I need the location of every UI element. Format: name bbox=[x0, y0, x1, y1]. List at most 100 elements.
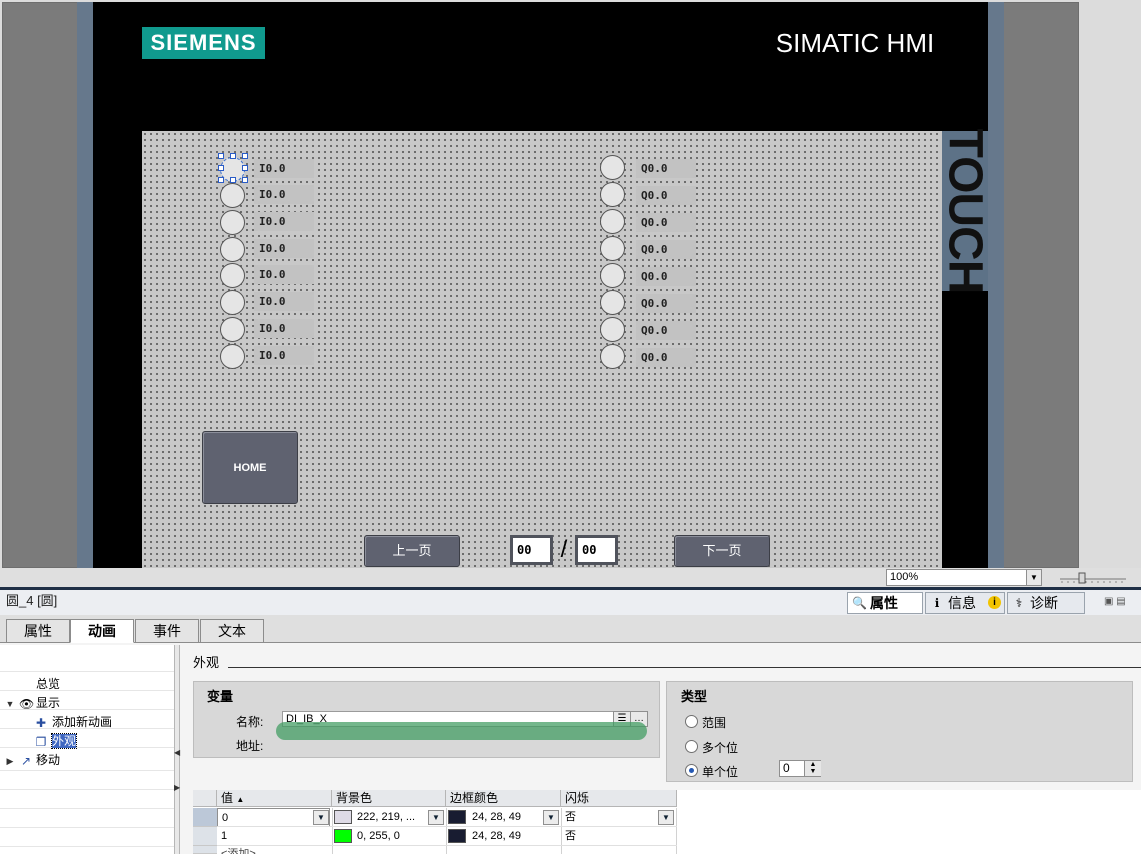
output-indicator-circle[interactable] bbox=[600, 263, 625, 288]
collapse-arrow-icon[interactable]: ▶ bbox=[5, 756, 15, 766]
input-address-label[interactable]: I0.0 bbox=[254, 319, 314, 338]
output-indicator-circle[interactable] bbox=[600, 182, 625, 207]
chevron-down-icon[interactable]: ▼ bbox=[658, 810, 674, 825]
selection-handle[interactable] bbox=[242, 165, 248, 171]
next-page-button[interactable]: 下一页 bbox=[674, 535, 770, 567]
subtab-properties[interactable]: 属性 bbox=[6, 619, 70, 643]
input-address-label[interactable]: I0.0 bbox=[254, 292, 314, 311]
input-indicator-circle[interactable] bbox=[220, 317, 245, 342]
input-indicator-circle[interactable] bbox=[220, 263, 245, 288]
output-address-label[interactable]: Q0.0 bbox=[636, 321, 696, 340]
input-address-label[interactable]: I0.0 bbox=[254, 159, 314, 178]
tree-item-overview[interactable]: 总览 bbox=[36, 675, 60, 694]
input-indicator-circle[interactable] bbox=[220, 237, 245, 262]
column-header-value-label: 值 bbox=[221, 791, 234, 805]
tree-item-movement[interactable]: 移动 bbox=[36, 751, 60, 770]
selection-handle[interactable] bbox=[242, 177, 248, 183]
row0-border-value[interactable]: 24, 28, 49 bbox=[468, 808, 543, 827]
input-indicator-circle[interactable] bbox=[220, 210, 245, 235]
splitter-right-icon[interactable]: ▶ bbox=[174, 783, 180, 793]
input-address-label[interactable]: I0.0 bbox=[254, 185, 314, 204]
output-address-label[interactable]: Q0.0 bbox=[636, 294, 696, 313]
add-row[interactable]: <添加> bbox=[217, 846, 330, 854]
selection-handle[interactable] bbox=[218, 153, 224, 159]
output-indicator-circle[interactable] bbox=[600, 209, 625, 234]
table-row-header[interactable] bbox=[193, 846, 217, 854]
row1-bg-value[interactable]: 0, 255, 0 bbox=[353, 827, 443, 846]
chevron-down-icon[interactable]: ▼ bbox=[543, 810, 559, 825]
tree-item-appearance[interactable]: 外观 bbox=[50, 732, 78, 751]
subtab-texts[interactable]: 文本 bbox=[200, 619, 264, 643]
output-indicator-circle[interactable] bbox=[600, 344, 625, 369]
row0-bg-value[interactable]: 222, 219, ... bbox=[353, 808, 428, 827]
output-indicator-circle[interactable] bbox=[600, 155, 625, 180]
input-address-label[interactable]: I0.0 bbox=[254, 212, 314, 231]
radio-range[interactable] bbox=[685, 715, 698, 728]
tree-item-add-animation[interactable]: 添加新动画 bbox=[52, 713, 112, 732]
row1-blink-value[interactable]: 否 bbox=[561, 827, 651, 846]
chevron-down-icon[interactable]: ▼ bbox=[428, 810, 444, 825]
current-page-field[interactable]: 00 bbox=[510, 535, 553, 565]
tab-diagnostics[interactable]: ⚕ 诊断 bbox=[1007, 592, 1085, 614]
zoom-select[interactable]: 100% ▼ bbox=[886, 569, 1042, 586]
tab-diagnostics-label: 诊断 bbox=[1030, 595, 1058, 611]
output-address-label[interactable]: Q0.0 bbox=[636, 267, 696, 286]
radio-single-bit[interactable] bbox=[685, 764, 698, 777]
selection-handle[interactable] bbox=[218, 165, 224, 171]
row1-border-swatch[interactable] bbox=[448, 829, 466, 843]
table-row-header[interactable] bbox=[193, 827, 217, 846]
prev-page-button[interactable]: 上一页 bbox=[364, 535, 460, 567]
radio-multiple-bits[interactable] bbox=[685, 740, 698, 753]
chevron-down-icon[interactable]: ▼ bbox=[313, 810, 329, 825]
home-button[interactable]: HOME bbox=[202, 431, 298, 504]
output-indicator-circle[interactable] bbox=[600, 290, 625, 315]
expand-arrow-icon[interactable]: ▼ bbox=[5, 699, 15, 709]
row1-border-value[interactable]: 24, 28, 49 bbox=[468, 827, 558, 846]
table-row-header[interactable] bbox=[193, 808, 217, 827]
selection-handle[interactable] bbox=[218, 177, 224, 183]
input-indicator-circle[interactable] bbox=[220, 183, 245, 208]
column-header-border[interactable]: 边框颜色 bbox=[446, 790, 561, 807]
row1-bg-swatch[interactable] bbox=[334, 829, 352, 843]
appearance-icon: ❐ bbox=[35, 735, 47, 749]
input-address-label[interactable]: I0.0 bbox=[254, 346, 314, 365]
tab-properties-label: 属性 bbox=[870, 595, 898, 611]
splitter-left-icon[interactable]: ◀ bbox=[174, 748, 180, 758]
window-controls-icon[interactable]: ▣ ▤ bbox=[1104, 596, 1136, 608]
tree-item-display[interactable]: 显示 bbox=[36, 694, 60, 713]
tab-info[interactable]: ℹ 信息 i bbox=[925, 592, 1005, 614]
row0-blink-value[interactable]: 否 bbox=[561, 808, 651, 827]
zoom-slider[interactable] bbox=[1060, 571, 1126, 585]
output-indicator-circle[interactable] bbox=[600, 317, 625, 342]
panel-splitter[interactable]: ◀ ▶ bbox=[174, 645, 180, 854]
output-address-label[interactable]: Q0.0 bbox=[636, 159, 696, 178]
section-title: 外观 bbox=[193, 655, 220, 670]
selection-handle[interactable] bbox=[230, 177, 236, 183]
column-header-value[interactable]: 值 ▲ bbox=[217, 790, 332, 807]
row0-bg-swatch[interactable] bbox=[334, 810, 352, 824]
spin-buttons-icon[interactable]: ▲ ▼ bbox=[804, 761, 821, 776]
selection-handle[interactable] bbox=[230, 153, 236, 159]
output-address-label[interactable]: Q0.0 bbox=[636, 348, 696, 367]
chevron-down-icon[interactable]: ▼ bbox=[1026, 570, 1041, 585]
tree-item-overview-label: 总览 bbox=[36, 677, 61, 691]
row0-border-swatch[interactable] bbox=[448, 810, 466, 824]
input-address-label[interactable]: I0.0 bbox=[254, 265, 314, 284]
selection-handle[interactable] bbox=[242, 153, 248, 159]
subtab-animations[interactable]: 动画 bbox=[70, 619, 134, 643]
output-address-label[interactable]: Q0.0 bbox=[636, 213, 696, 232]
zoom-value: 100% bbox=[890, 571, 919, 583]
input-indicator-circle[interactable] bbox=[220, 290, 245, 315]
subtab-events[interactable]: 事件 bbox=[135, 619, 199, 643]
input-indicator-circle[interactable] bbox=[220, 344, 245, 369]
column-header-bg[interactable]: 背景色 bbox=[332, 790, 446, 807]
output-address-label[interactable]: Q0.0 bbox=[636, 186, 696, 205]
tab-properties[interactable]: 🔍 属性 bbox=[847, 592, 923, 614]
total-pages-field[interactable]: 00 bbox=[575, 535, 618, 565]
row1-value[interactable]: 1 bbox=[217, 827, 330, 846]
input-address-label[interactable]: I0.0 bbox=[254, 239, 314, 258]
output-address-label[interactable]: Q0.0 bbox=[636, 240, 696, 259]
column-header-blink[interactable]: 闪烁 bbox=[561, 790, 677, 807]
variable-group-title: 变量 bbox=[207, 689, 234, 704]
output-indicator-circle[interactable] bbox=[600, 236, 625, 261]
